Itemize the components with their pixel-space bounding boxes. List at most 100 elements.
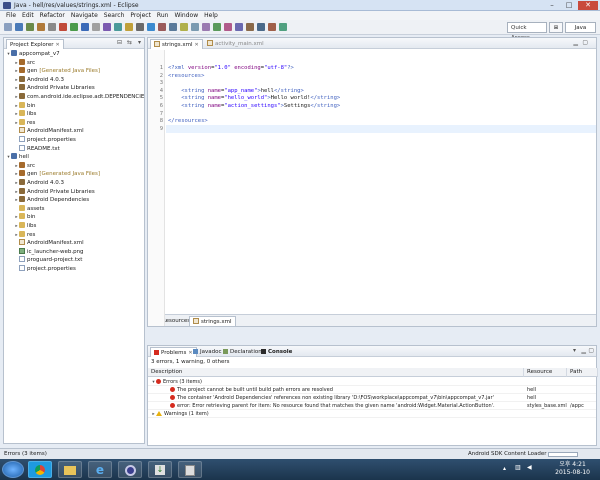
- tree-item[interactable]: ▸ Android Private Libraries: [4, 187, 95, 196]
- problem-row[interactable]: The container 'Android Dependencies' ref…: [148, 394, 596, 402]
- menu-item-file[interactable]: File: [6, 11, 16, 20]
- problem-row[interactable]: The project cannot be built until build …: [148, 386, 596, 394]
- tree-item[interactable]: AndroidManifest.xml: [4, 127, 84, 135]
- sdk-manager-icon[interactable]: [92, 23, 100, 31]
- refactor-icon[interactable]: [213, 23, 221, 31]
- collapse-all-icon[interactable]: ⊟: [117, 39, 122, 46]
- tree-item[interactable]: ▸ bin: [4, 213, 36, 221]
- menu-item-help[interactable]: Help: [204, 11, 218, 20]
- tree-item[interactable]: ▸ res: [4, 118, 35, 127]
- tree-item[interactable]: ▸ com.android.ide.eclipse.adt.DEPENDENCIE…: [4, 93, 144, 101]
- quick-access-input[interactable]: Quick Access: [507, 22, 547, 41]
- menu-item-search[interactable]: Search: [104, 11, 125, 20]
- tree-item[interactable]: ▸ gen [Generated Java Files]: [4, 170, 100, 178]
- tree-item[interactable]: proguard-project.txt: [4, 256, 82, 264]
- search-icon[interactable]: [147, 23, 155, 31]
- download-taskbar-icon[interactable]: ↓: [148, 461, 172, 478]
- code-line[interactable]: </resources>: [168, 117, 208, 125]
- tree-item[interactable]: ▸ Android Private Libraries: [4, 84, 95, 92]
- debug-icon[interactable]: [59, 23, 67, 31]
- tree-item[interactable]: ic_launcher-web.png: [4, 247, 84, 256]
- team-icon[interactable]: [268, 23, 276, 31]
- tree-item[interactable]: ▸ libs: [4, 110, 36, 118]
- column-header-description[interactable]: Description: [148, 368, 524, 377]
- minimize-view-icon[interactable]: ▁: [581, 347, 586, 354]
- maximize-view-icon[interactable]: ▢: [588, 347, 594, 354]
- avd-manager-icon[interactable]: [103, 23, 111, 31]
- close-button[interactable]: ✕: [578, 1, 598, 10]
- copy-icon[interactable]: [48, 23, 56, 31]
- tree-item[interactable]: README.txt: [4, 144, 60, 153]
- next-annotation-icon[interactable]: [158, 23, 166, 31]
- task-icon[interactable]: [235, 23, 243, 31]
- eclipse-taskbar-icon[interactable]: [118, 461, 142, 478]
- prev-annotation-icon[interactable]: [169, 23, 177, 31]
- tree-item[interactable]: ▸ src: [4, 58, 35, 67]
- run-icon[interactable]: [70, 23, 78, 31]
- tab-project-explorer[interactable]: Project Explorer ✕: [6, 39, 64, 49]
- tree-item[interactable]: AndroidManifest.xml: [4, 239, 84, 247]
- external-tools-icon[interactable]: [81, 23, 89, 31]
- tree-item[interactable]: ▸ Android Dependencies: [4, 196, 89, 204]
- tree-item[interactable]: project.properties: [4, 265, 76, 273]
- network-icon[interactable]: ▥: [515, 464, 521, 471]
- problem-row[interactable]: error: Error retrieving parent for item:…: [148, 402, 596, 410]
- tray-arrow-icon[interactable]: ▴: [503, 465, 506, 472]
- folder-taskbar-icon[interactable]: [58, 461, 82, 478]
- ie-taskbar-icon[interactable]: e: [88, 461, 112, 478]
- menu-item-project[interactable]: Project: [130, 11, 151, 20]
- tree-item[interactable]: ▸ res: [4, 230, 35, 239]
- editor-bottom-tab-strings-xml[interactable]: strings.xml: [189, 316, 236, 326]
- pin-icon[interactable]: [202, 23, 210, 31]
- link-editor-icon[interactable]: ⇆: [127, 39, 132, 46]
- tree-item[interactable]: ▸ gen [Generated Java Files]: [4, 67, 100, 75]
- window-title-bar[interactable]: Java - hell/res/values/strings.xml - Ecl…: [0, 0, 600, 11]
- back-icon[interactable]: [180, 23, 188, 31]
- tree-item[interactable]: ▾ hell: [4, 153, 29, 161]
- view-menu-icon[interactable]: ▾: [573, 347, 576, 354]
- lint-icon[interactable]: [114, 23, 122, 31]
- tree-item[interactable]: assets: [4, 204, 45, 213]
- system-clock[interactable]: 오후 4:21 2015-08-10: [555, 461, 590, 477]
- clean-icon[interactable]: [257, 23, 265, 31]
- bookmark-icon[interactable]: [224, 23, 232, 31]
- tree-item[interactable]: ▸ libs: [4, 222, 36, 230]
- new-icon[interactable]: [4, 23, 12, 31]
- minimize-button[interactable]: –: [544, 1, 560, 10]
- menu-item-refactor[interactable]: Refactor: [40, 11, 65, 20]
- print-icon[interactable]: [37, 23, 45, 31]
- close-icon[interactable]: ✕: [55, 42, 59, 48]
- column-header-resource[interactable]: Resource: [524, 368, 567, 377]
- new-class-icon[interactable]: [125, 23, 133, 31]
- forward-icon[interactable]: [191, 23, 199, 31]
- menu-item-window[interactable]: Window: [174, 11, 198, 20]
- tree-item[interactable]: ▸ Android 4.0.3: [4, 75, 64, 84]
- tree-item[interactable]: project.properties: [4, 136, 76, 144]
- build-icon[interactable]: [246, 23, 254, 31]
- open-perspective-button[interactable]: ⊞: [549, 22, 563, 33]
- code-line[interactable]: <string name="action_settings">Settings<…: [168, 102, 340, 110]
- column-header-path[interactable]: Path: [567, 368, 598, 377]
- tree-item[interactable]: ▸ src: [4, 161, 35, 170]
- tree-item[interactable]: ▾ appcompat_v7: [4, 50, 60, 58]
- menu-item-navigate[interactable]: Navigate: [71, 11, 98, 20]
- tree-item[interactable]: ▸ bin: [4, 101, 36, 110]
- save-icon[interactable]: [15, 23, 23, 31]
- chrome-taskbar-icon[interactable]: [28, 461, 52, 478]
- menu-item-run[interactable]: Run: [157, 11, 169, 20]
- java-perspective-button[interactable]: Java: [565, 22, 596, 33]
- open-type-icon[interactable]: [136, 23, 144, 31]
- volume-icon[interactable]: ◀: [527, 464, 532, 471]
- problem-group-row[interactable]: ▾ Errors (3 items): [148, 378, 596, 386]
- code-line[interactable]: <resources>: [168, 72, 204, 80]
- save-all-icon[interactable]: [26, 23, 34, 31]
- tree-item[interactable]: ▸ Android 4.0.3: [4, 179, 64, 187]
- tab-console[interactable]: Console: [258, 347, 295, 357]
- view-menu-icon[interactable]: ▾: [138, 39, 141, 46]
- start-button[interactable]: [2, 461, 24, 478]
- help-icon[interactable]: [279, 23, 287, 31]
- maximize-button[interactable]: □: [561, 1, 577, 10]
- problem-group-row[interactable]: ▸ Warnings (1 item): [148, 410, 596, 418]
- code-area[interactable]: <?xml version="1.0" encoding="utf-8"?> <r…: [148, 38, 596, 314]
- menu-item-edit[interactable]: Edit: [22, 11, 34, 20]
